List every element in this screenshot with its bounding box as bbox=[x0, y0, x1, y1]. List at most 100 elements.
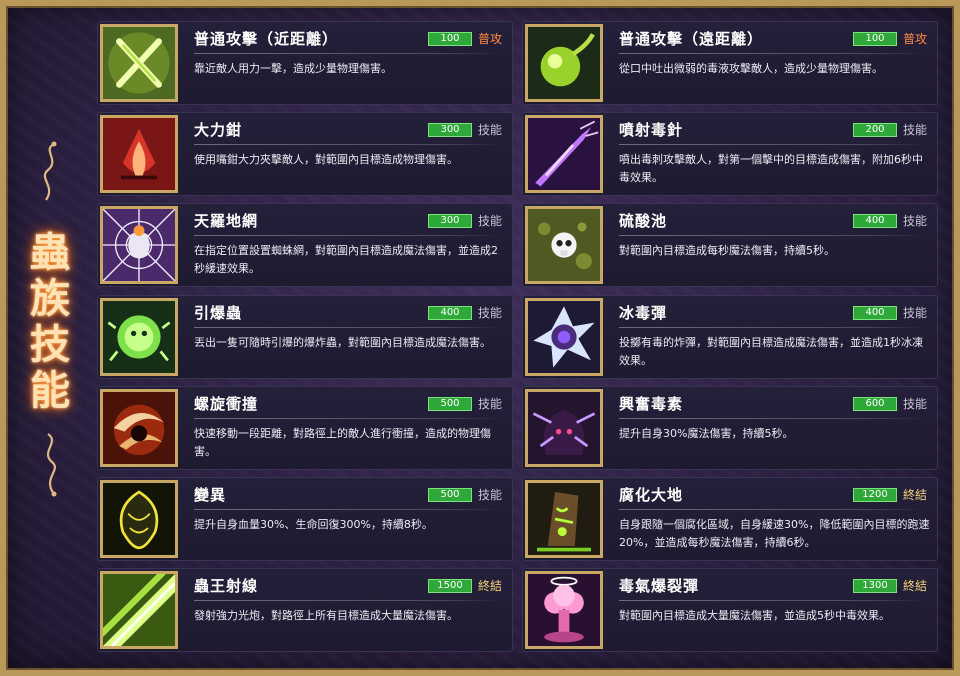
cost-badge: 1200 bbox=[853, 488, 897, 502]
skill-card: 冰毒彈 400 技能投擲有毒的炸彈，對範圍內目標造成魔法傷害，並造成1秒冰凍效果。 bbox=[522, 295, 938, 379]
title-divider bbox=[619, 144, 927, 145]
skill-type-label: 普攻 bbox=[478, 32, 503, 46]
title-divider bbox=[619, 600, 927, 601]
title-divider bbox=[619, 235, 927, 236]
skill-name: 毒氣爆裂彈 bbox=[619, 577, 700, 595]
skill-card: 螺旋衝撞 500 技能快速移動一段距離，對路徑上的敵人進行衝撞，造成的物理傷害。 bbox=[97, 386, 513, 470]
skill-card: 硫酸池 400 技能對範圍內目標造成每秒魔法傷害，持續5秒。 bbox=[522, 203, 938, 287]
title-divider bbox=[619, 509, 927, 510]
poison-needle-icon bbox=[525, 115, 603, 193]
skill-name: 螺旋衝撞 bbox=[194, 395, 259, 413]
skill-name: 興奮毒素 bbox=[619, 395, 684, 413]
skill-name: 蟲王射線 bbox=[194, 577, 259, 595]
cost-badge: 1300 bbox=[853, 579, 897, 593]
skill-type-label: 技能 bbox=[478, 488, 503, 502]
cost-badge: 500 bbox=[428, 488, 472, 502]
skill-card: 引爆蟲 400 技能 丟出一隻可隨時引爆的爆炸蟲，對範圍內目標造成魔法傷害。 bbox=[97, 295, 513, 379]
skill-name: 普通攻擊（近距離） bbox=[194, 30, 339, 48]
cost-badge: 300 bbox=[428, 123, 472, 137]
title-divider bbox=[619, 53, 927, 54]
skill-name: 冰毒彈 bbox=[619, 304, 668, 322]
cost-badge: 400 bbox=[853, 214, 897, 228]
bomb-bug-icon bbox=[100, 298, 178, 376]
flourish-ornament-icon bbox=[46, 433, 57, 497]
skill-name: 腐化大地 bbox=[619, 486, 684, 504]
skill-description: 對範圍內目標造成每秒魔法傷害，持續5秒。 bbox=[619, 244, 835, 257]
skill-name: 大力鉗 bbox=[194, 121, 243, 139]
skill-card: 噴射毒針 200 技能噴出毒刺攻擊敵人，對第一個擊中的目標造成傷害，附加6秒中毒效果… bbox=[522, 112, 938, 196]
cost-badge: 100 bbox=[853, 32, 897, 46]
skill-name: 硫酸池 bbox=[619, 212, 668, 230]
skill-card: 變異 500 技能提升自身血量30%、生命回復300%，持續8秒。 bbox=[97, 477, 513, 561]
skill-description: 對範圍內目標造成大量魔法傷害，並造成5秒中毒效果。 bbox=[619, 609, 890, 622]
title-divider bbox=[194, 53, 502, 54]
corrupt-ground-icon bbox=[525, 480, 603, 558]
spiral-charge-icon bbox=[100, 389, 178, 467]
skill-type-label: 技能 bbox=[903, 397, 928, 411]
skill-name: 天羅地網 bbox=[194, 212, 259, 230]
cost-badge: 400 bbox=[853, 306, 897, 320]
skill-type-label: 終結 bbox=[478, 579, 503, 593]
claw-slash-icon bbox=[100, 24, 178, 102]
skill-name: 引爆蟲 bbox=[194, 304, 243, 322]
ice-poison-bomb-icon bbox=[525, 298, 603, 376]
skill-card: 興奮毒素 600 技能提升自身30%魔法傷害，持續5秒。 bbox=[522, 386, 938, 470]
cost-badge: 200 bbox=[853, 123, 897, 137]
skill-description: 靠近敵人用力一擊，造成少量物理傷害。 bbox=[194, 62, 392, 75]
cost-badge: 100 bbox=[428, 32, 472, 46]
skill-type-label: 技能 bbox=[903, 214, 928, 228]
title-divider bbox=[194, 600, 502, 601]
page-title-char: 能 bbox=[30, 367, 70, 414]
skill-card: 蟲王射線 1500 終結發射強力光炮，對路徑上所有目標造成大量魔法傷害。 bbox=[97, 568, 513, 652]
bug-king-beam-icon bbox=[100, 571, 178, 649]
title-divider bbox=[619, 327, 927, 328]
skill-description: 自身跟隨一個腐化區域，自身緩速30%，降低範圍內目標的跑速20%，並造成每秒魔法… bbox=[619, 518, 930, 549]
skill-description: 發射強力光炮，對路徑上所有目標造成大量魔法傷害。 bbox=[194, 609, 458, 622]
page-title-char: 技 bbox=[30, 321, 70, 368]
skill-type-label: 普攻 bbox=[903, 32, 928, 46]
toxic-burst-icon bbox=[525, 571, 603, 649]
title-divider bbox=[194, 327, 502, 328]
flourish-ornament-icon bbox=[43, 141, 57, 201]
skill-description: 快速移動一段距離，對路徑上的敵人進行衝撞，造成的物理傷害。 bbox=[194, 427, 491, 458]
skill-card: 普通攻擊（近距離） 100 普攻靠近敵人用力一擊，造成少量物理傷害。 bbox=[97, 21, 513, 105]
cost-badge: 600 bbox=[853, 397, 897, 411]
skill-type-label: 技能 bbox=[903, 306, 928, 320]
skill-type-label: 終結 bbox=[903, 579, 928, 593]
acid-pool-icon bbox=[525, 206, 603, 284]
skill-type-label: 技能 bbox=[478, 397, 503, 411]
title-divider bbox=[194, 418, 502, 419]
skill-description: 在指定位置設置蜘蛛網，對範圍內目標造成魔法傷害，並造成2秒緩速效果。 bbox=[194, 244, 498, 275]
skill-name: 普通攻擊（遠距離） bbox=[619, 30, 764, 48]
skill-description: 使用嘴鉗大力夾擊敵人，對範圍內目標造成物理傷害。 bbox=[194, 153, 458, 166]
skill-card: 腐化大地 1200 終結 自身跟隨一個腐化區域，自身緩速30%，降低範圍內目標的跑速2… bbox=[522, 477, 938, 561]
skill-description: 投擲有毒的炸彈，對範圍內目標造成魔法傷害，並造成1秒冰凍效果。 bbox=[619, 336, 923, 367]
skill-type-label: 技能 bbox=[478, 123, 503, 137]
title-divider bbox=[194, 144, 502, 145]
skill-description: 丟出一隻可隨時引爆的爆炸蟲，對範圍內目標造成魔法傷害。 bbox=[194, 336, 491, 349]
skill-description: 噴出毒刺攻擊敵人，對第一個擊中的目標造成傷害，附加6秒中毒效果。 bbox=[619, 153, 923, 184]
skill-card: 大力鉗 300 技能使用嘴鉗大力夾擊敵人，對範圍內目標造成物理傷害。 bbox=[97, 112, 513, 196]
skill-description: 提升自身血量30%、生命回復300%，持續8秒。 bbox=[194, 518, 433, 531]
skill-card: 毒氣爆裂彈 1300 終結對範圍內目標造成大量魔法傷害，並造成5秒中毒效果。 bbox=[522, 568, 938, 652]
skill-description: 從口中吐出微弱的毒液攻擊敵人，造成少量物理傷害。 bbox=[619, 62, 883, 75]
skill-type-label: 技能 bbox=[478, 306, 503, 320]
page-title-char: 蟲 bbox=[30, 229, 70, 276]
skill-type-label: 技能 bbox=[903, 123, 928, 137]
page-title-char: 族 bbox=[30, 275, 70, 322]
spider-web-icon bbox=[100, 206, 178, 284]
cost-badge: 1500 bbox=[428, 579, 472, 593]
skill-name: 變異 bbox=[194, 486, 227, 504]
title-divider bbox=[194, 509, 502, 510]
skill-description: 提升自身30%魔法傷害，持續5秒。 bbox=[619, 427, 794, 440]
skill-card: 普通攻擊（遠距離） 100 普攻從口中吐出微弱的毒液攻擊敵人，造成少量物理傷害。 bbox=[522, 21, 938, 105]
skill-name: 噴射毒針 bbox=[619, 121, 684, 139]
cost-badge: 500 bbox=[428, 397, 472, 411]
title-divider bbox=[194, 235, 502, 236]
mutation-icon bbox=[100, 480, 178, 558]
skill-card: 天羅地網 300 技能 在指定位置設置蜘蛛網，對範圍內目標造成魔法傷害，並造成2秒緩速… bbox=[97, 203, 513, 287]
pincer-icon bbox=[100, 115, 178, 193]
page-title: 蟲 族 技 能 bbox=[22, 230, 78, 414]
skill-type-label: 技能 bbox=[478, 214, 503, 228]
title-divider bbox=[619, 418, 927, 419]
